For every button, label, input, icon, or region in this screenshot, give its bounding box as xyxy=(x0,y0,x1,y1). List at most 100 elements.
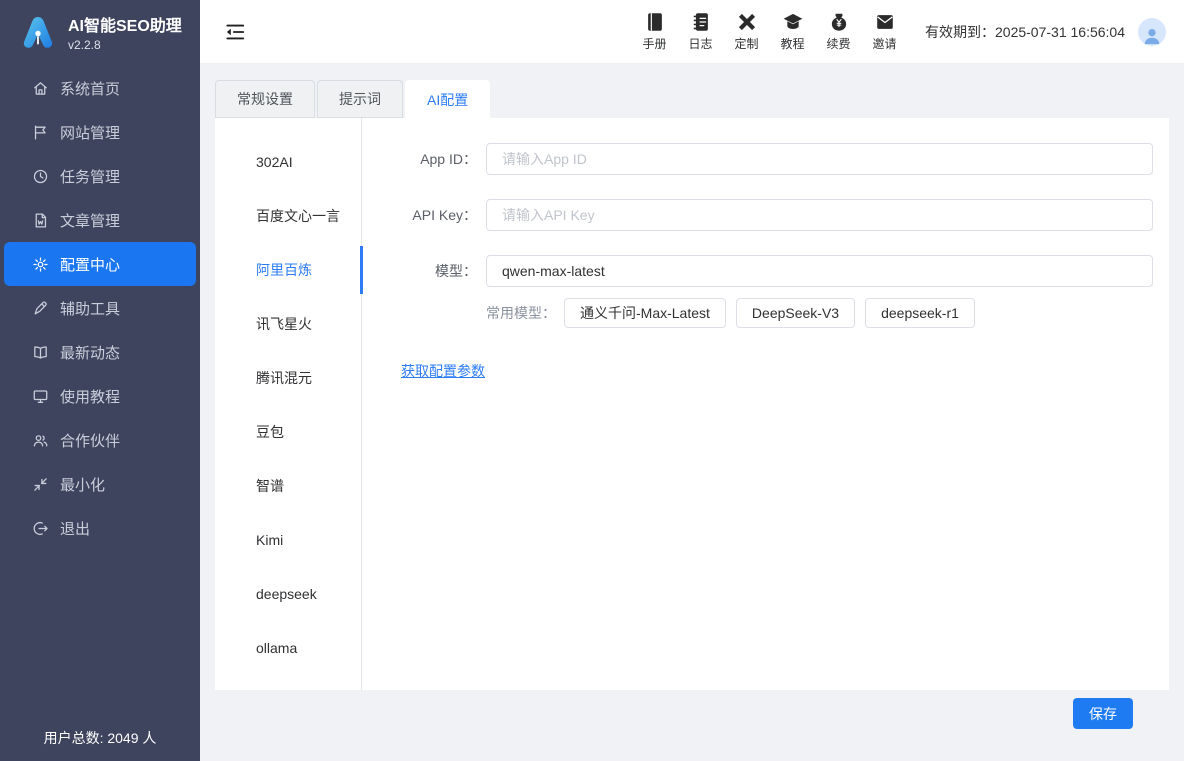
collapse-sidebar-button[interactable] xyxy=(224,21,246,43)
sidebar-item-label: 最小化 xyxy=(60,474,105,495)
sidebar-item-label: 使用教程 xyxy=(60,386,120,407)
logout-icon xyxy=(32,520,49,537)
sidebar-item-website[interactable]: 网站管理 xyxy=(0,110,200,154)
provider-zhipu[interactable]: 智谱 xyxy=(215,459,361,513)
provider-302ai[interactable]: 302AI xyxy=(215,135,361,189)
topbar: 手册 日志 定制 教程 xyxy=(200,0,1184,63)
sidebar-item-label: 网站管理 xyxy=(60,122,120,143)
validity-value: 2025-07-31 16:56:04 xyxy=(995,24,1125,40)
action-custom[interactable]: 定制 xyxy=(730,11,763,52)
minimize-icon xyxy=(32,476,49,493)
action-label: 定制 xyxy=(734,35,758,52)
validity-label: 有效期到： xyxy=(925,24,995,40)
common-models-row: 常用模型： 通义千问-Max-Latest DeepSeek-V3 deepse… xyxy=(401,298,1153,328)
provider-baidu-wenxin[interactable]: 百度文心一言 xyxy=(215,189,361,243)
provider-config-form: App ID： API Key： 模型： 常用模型： 通义千问-Ma xyxy=(362,118,1169,690)
action-manual[interactable]: 手册 xyxy=(638,11,671,52)
sidebar-item-home[interactable]: 系统首页 xyxy=(0,66,200,110)
sidebar-item-articles[interactable]: 文章管理 xyxy=(0,198,200,242)
provider-ollama[interactable]: ollama xyxy=(215,621,361,675)
app-id-row: App ID： xyxy=(401,143,1153,175)
sidebar-item-tasks[interactable]: 任务管理 xyxy=(0,154,200,198)
api-key-label: API Key： xyxy=(401,205,477,225)
user-avatar[interactable] xyxy=(1138,18,1166,46)
gear-icon xyxy=(32,256,49,273)
logo-row: AI智能SEO助理 v2.2.8 xyxy=(0,0,200,64)
provider-tencent-hunyuan[interactable]: 腾讯混元 xyxy=(215,351,361,405)
api-key-row: API Key： xyxy=(401,199,1153,231)
sidebar-item-minimize[interactable]: 最小化 xyxy=(0,462,200,506)
action-logs[interactable]: 日志 xyxy=(684,11,717,52)
sidebar-item-label: 合作伙伴 xyxy=(60,430,120,451)
sidebar-item-tutorial[interactable]: 使用教程 xyxy=(0,374,200,418)
home-icon xyxy=(32,80,49,97)
sidebar-menu: 系统首页 网站管理 任务管理 文章管理 配置中心 辅助工具 xyxy=(0,66,200,550)
action-label: 日志 xyxy=(688,35,712,52)
sidebar-item-label: 任务管理 xyxy=(60,166,120,187)
sidebar-item-label: 辅助工具 xyxy=(60,298,120,319)
app-logo-icon xyxy=(16,12,60,56)
action-invite[interactable]: 邀请 xyxy=(868,11,901,52)
open-book-icon xyxy=(32,344,49,361)
content-area: 常规设置 提示词 AI配置 302AI 百度文心一言 阿里百炼 讯飞星火 腾讯混… xyxy=(200,63,1184,761)
settings-tabs: 常规设置 提示词 AI配置 xyxy=(215,80,1169,118)
sidebar-item-config[interactable]: 配置中心 xyxy=(4,242,196,286)
flag-icon xyxy=(32,124,49,141)
provider-xunfei-spark[interactable]: 讯飞星火 xyxy=(215,297,361,351)
sidebar-item-label: 配置中心 xyxy=(60,254,120,275)
api-key-input[interactable] xyxy=(486,199,1153,231)
app-id-input[interactable] xyxy=(486,143,1153,175)
logo-text: AI智能SEO助理 v2.2.8 xyxy=(68,17,182,52)
app-title: AI智能SEO助理 xyxy=(68,17,182,37)
common-models-label: 常用模型： xyxy=(486,303,556,323)
app-root: AI智能SEO助理 v2.2.8 系统首页 网站管理 任务管理 文章管理 xyxy=(0,0,1184,761)
topbar-right: 手册 日志 定制 教程 xyxy=(638,11,1166,52)
topbar-actions: 手册 日志 定制 教程 xyxy=(638,11,901,52)
envelope-icon xyxy=(874,11,896,33)
menu-fold-icon xyxy=(224,21,246,43)
provider-kimi[interactable]: Kimi xyxy=(215,513,361,567)
sidebar-item-label: 最新动态 xyxy=(60,342,120,363)
provider-deepseek[interactable]: deepseek xyxy=(215,567,361,621)
pen-ruler-icon xyxy=(736,11,758,33)
pen-icon xyxy=(32,300,49,317)
journal-icon xyxy=(690,11,712,33)
model-label: 模型： xyxy=(401,261,477,281)
person-icon xyxy=(1141,24,1163,46)
book-icon xyxy=(644,11,666,33)
action-label: 教程 xyxy=(780,35,804,52)
money-bag-icon xyxy=(828,11,850,33)
sidebar-item-news[interactable]: 最新动态 xyxy=(0,330,200,374)
app-version: v2.2.8 xyxy=(68,38,182,52)
action-label: 续费 xyxy=(826,35,850,52)
ai-config-panel: 302AI 百度文心一言 阿里百炼 讯飞星火 腾讯混元 豆包 智谱 Kimi d… xyxy=(215,118,1169,690)
sidebar-item-tools[interactable]: 辅助工具 xyxy=(0,286,200,330)
sidebar-item-label: 退出 xyxy=(60,518,90,539)
model-row: 模型： xyxy=(401,255,1153,287)
save-row: 保存 xyxy=(215,698,1169,729)
get-config-params-link[interactable]: 获取配置参数 xyxy=(401,363,485,379)
provider-ali-bailian[interactable]: 阿里百炼 xyxy=(215,243,361,297)
model-option-qwen-button[interactable]: 通义千问-Max-Latest xyxy=(564,298,726,328)
tab-prompts[interactable]: 提示词 xyxy=(317,80,403,118)
clock-icon xyxy=(32,168,49,185)
sidebar: AI智能SEO助理 v2.2.8 系统首页 网站管理 任务管理 文章管理 xyxy=(0,0,200,761)
tab-general-settings[interactable]: 常规设置 xyxy=(215,80,315,118)
sidebar-item-partners[interactable]: 合作伙伴 xyxy=(0,418,200,462)
sidebar-item-label: 系统首页 xyxy=(60,78,120,99)
main-column: 手册 日志 定制 教程 xyxy=(200,0,1184,761)
action-renew[interactable]: 续费 xyxy=(822,11,855,52)
action-label: 邀请 xyxy=(872,35,896,52)
model-option-deepseek-r1-button[interactable]: deepseek-r1 xyxy=(865,298,975,328)
provider-doubao[interactable]: 豆包 xyxy=(215,405,361,459)
monitor-icon xyxy=(32,388,49,405)
model-option-deepseek-v3-button[interactable]: DeepSeek-V3 xyxy=(736,298,855,328)
save-button[interactable]: 保存 xyxy=(1073,698,1133,729)
action-tutorial[interactable]: 教程 xyxy=(776,11,809,52)
model-input[interactable] xyxy=(486,255,1153,287)
user-total-count: 用户总数: 2049 人 xyxy=(0,728,200,748)
sidebar-item-logout[interactable]: 退出 xyxy=(0,506,200,550)
graduation-cap-icon xyxy=(782,11,804,33)
tab-ai-config[interactable]: AI配置 xyxy=(405,80,490,118)
config-link-row: 获取配置参数 xyxy=(401,361,1153,381)
